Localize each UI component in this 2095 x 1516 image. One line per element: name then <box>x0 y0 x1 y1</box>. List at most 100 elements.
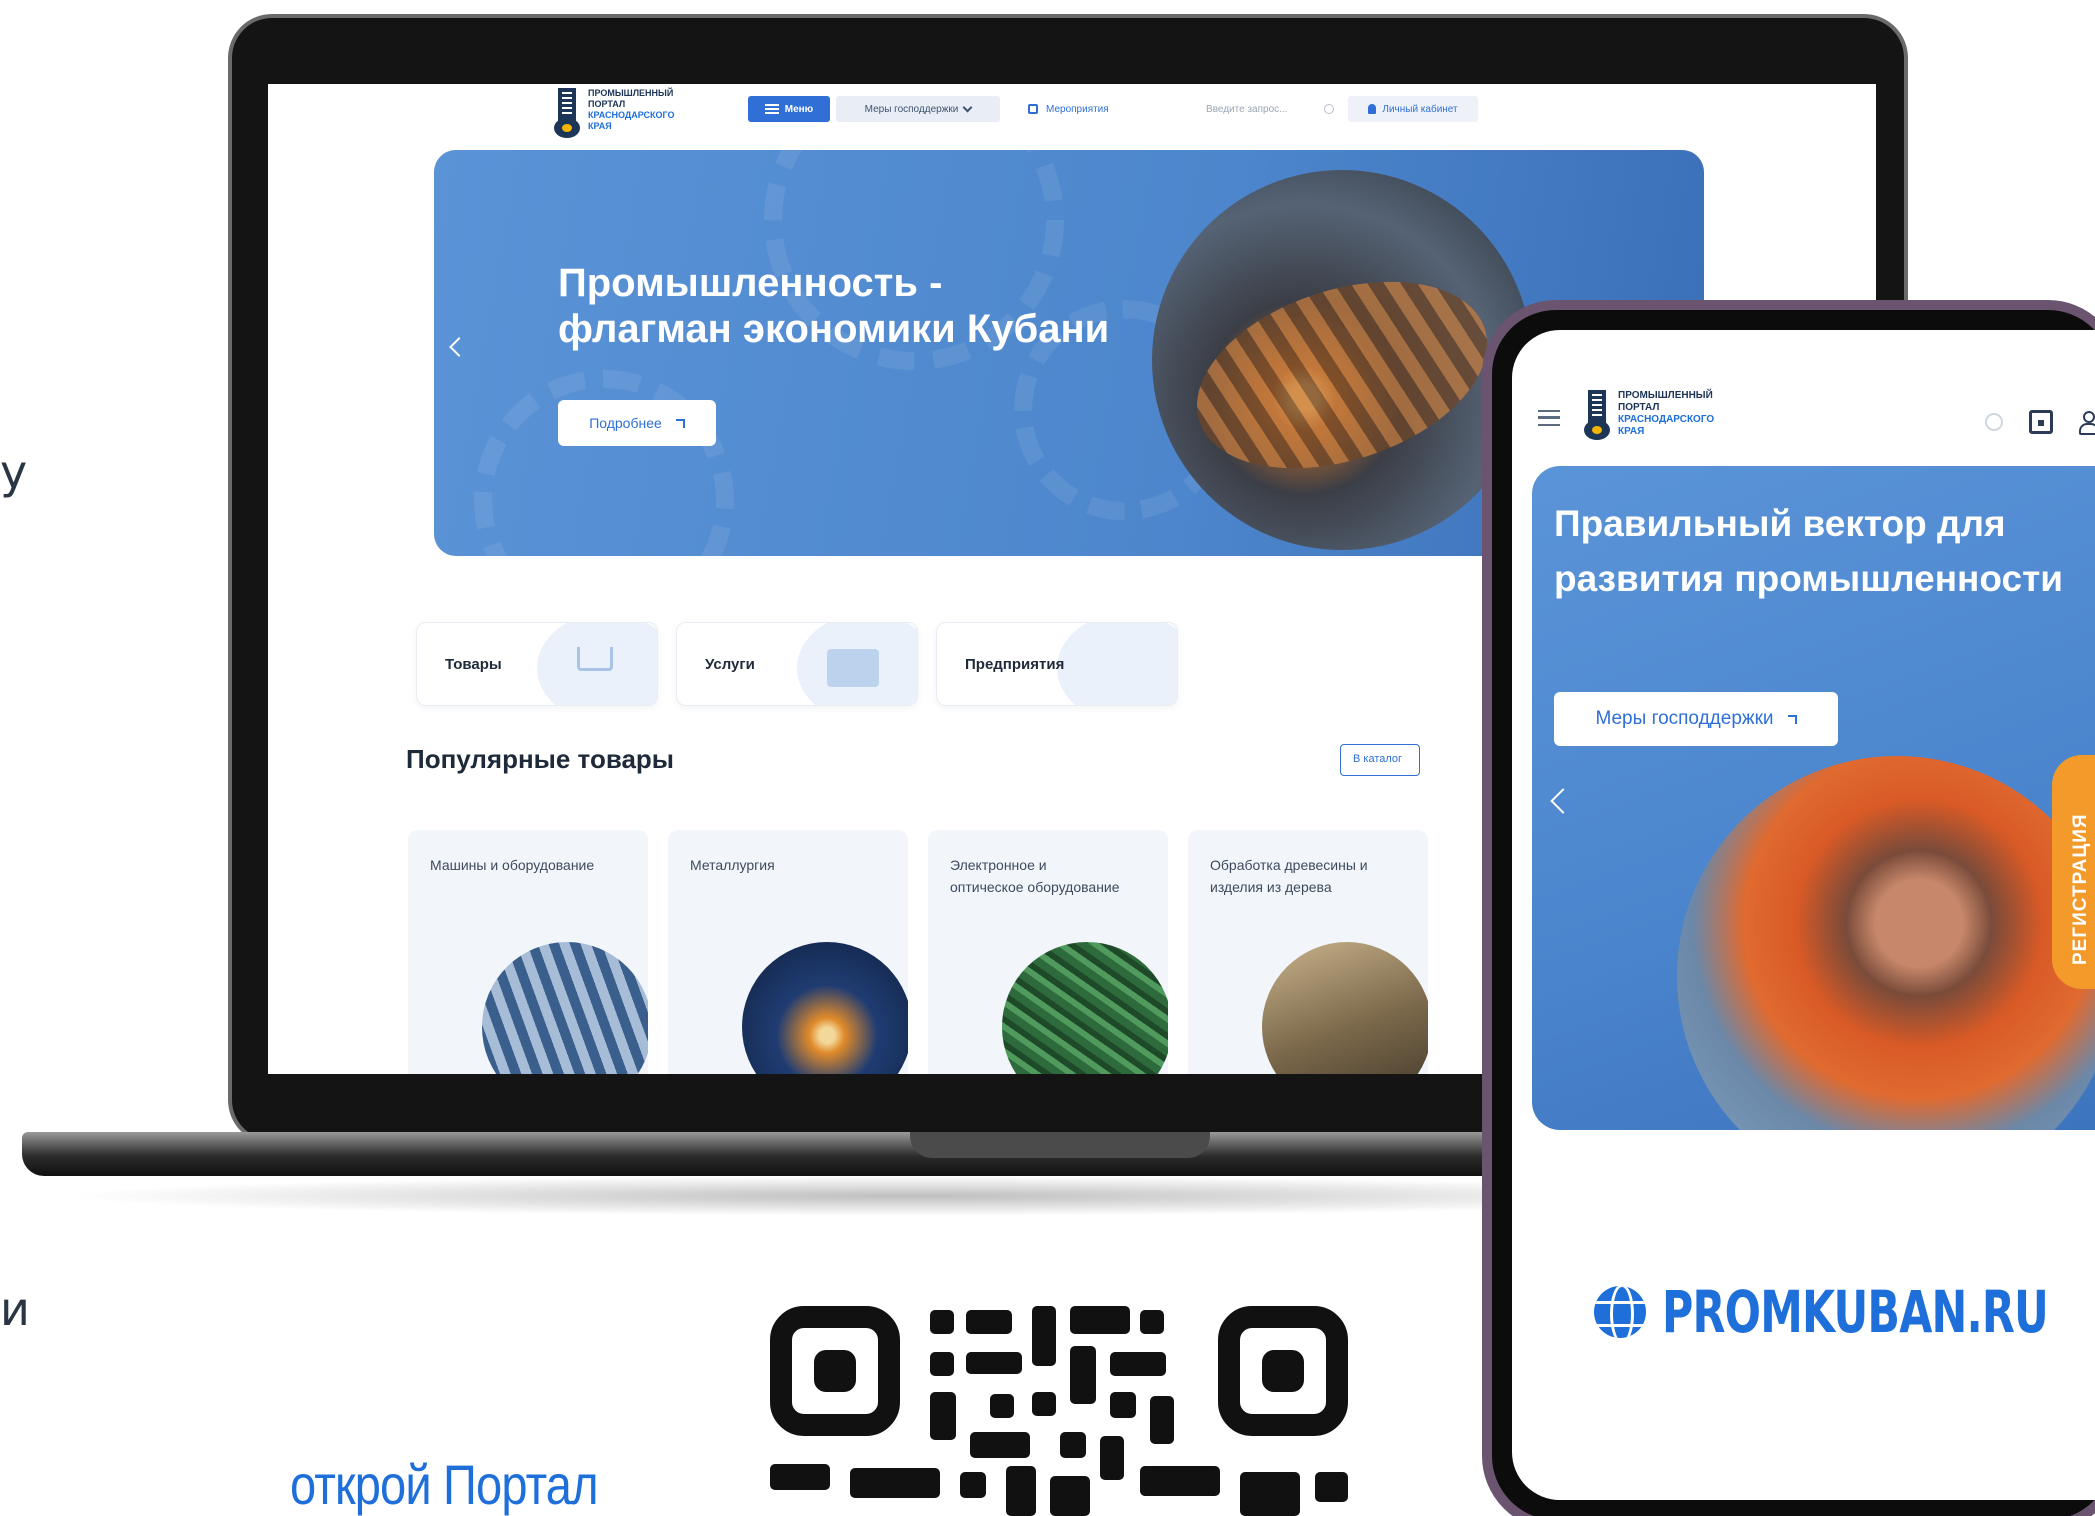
hero-title-line: флагман экономики Кубани <box>558 307 1110 351</box>
qr-module <box>1110 1352 1166 1376</box>
portal-logo-icon <box>1584 390 1610 440</box>
search-icon[interactable] <box>1985 413 2003 431</box>
hero-title: Промышленность - флагман экономики Кубан… <box>558 260 1109 352</box>
logo-line: ПРОМЫШЛЕННЫЙ <box>588 88 674 98</box>
qr-module <box>1140 1466 1220 1496</box>
category-card-goods[interactable]: Товары <box>416 622 658 706</box>
qr-module <box>1032 1306 1056 1366</box>
worker-photo <box>1677 756 2095 1130</box>
gear-decoration <box>474 370 734 556</box>
logo-text: ПРОМЫШЛЕННЫЙ ПОРТАЛ КРАСНОДАРСКОГО КРАЯ <box>588 88 675 132</box>
logo-line: ПРОМЫШЛЕННЫЙ <box>1618 390 1713 401</box>
globe-icon <box>1594 1286 1646 1338</box>
qr-module <box>930 1310 954 1334</box>
cabinet-label: Личный кабинет <box>1382 103 1458 115</box>
menu-button[interactable]: Меню <box>748 96 830 122</box>
site-logo[interactable]: ПРОМЫШЛЕННЫЙ ПОРТАЛ КРАСНОДАРСКОГО КРАЯ <box>1584 390 1714 440</box>
woodworking-photo <box>1262 942 1428 1074</box>
carousel-prev-button[interactable] <box>1550 788 1576 814</box>
site-header: ПРОМЫШЛЕННЫЙ ПОРТАЛ КРАСНОДАРСКОГО КРАЯ … <box>268 84 1876 146</box>
briefcase-icon <box>827 649 879 687</box>
chevron-down-icon <box>962 102 973 112</box>
site-logo[interactable]: ПРОМЫШЛЕННЫЙ ПОРТАЛ КРАСНОДАРСКОГО КРАЯ <box>554 88 675 138</box>
section-title: Популярные товары <box>406 744 675 774</box>
qr-module <box>1060 1432 1086 1458</box>
support-label: Меры господдержки <box>864 103 959 115</box>
calendar-icon[interactable] <box>2029 410 2053 434</box>
domain-text: PROMKUBAN.RU <box>1662 1278 2049 1346</box>
support-dropdown[interactable]: Меры господдержки <box>836 96 1000 122</box>
more-button[interactable]: Подробнее <box>558 400 716 446</box>
qr-module <box>930 1352 954 1376</box>
qr-module <box>850 1468 940 1498</box>
edge-text-fragment: и <box>0 1282 30 1336</box>
qr-finder <box>1218 1306 1348 1436</box>
register-label: РЕГИСТРАЦИЯ <box>2070 813 2091 965</box>
portal-logo-icon <box>554 88 580 138</box>
card-blob <box>1057 623 1177 705</box>
product-card[interactable]: Электронное и оптическое оборудование <box>928 830 1168 1074</box>
events-link[interactable]: Мероприятия <box>1028 96 1109 122</box>
welder-photo <box>1152 170 1532 550</box>
hamburger-icon[interactable] <box>1538 410 1560 426</box>
qr-module <box>966 1310 1012 1334</box>
logo-line: КРАСНОДАРСКОГО <box>1618 414 1715 425</box>
search-input[interactable]: Введите запрос... <box>1200 96 1340 122</box>
user-icon[interactable] <box>2079 411 2095 435</box>
qr-module <box>1140 1310 1164 1334</box>
carousel-prev-button[interactable] <box>449 337 469 357</box>
product-card[interactable]: Обработка древесины и изделия из дерева <box>1188 830 1428 1074</box>
circuit-board-photo <box>1002 942 1168 1074</box>
cart-icon <box>577 647 613 671</box>
logo-line: КРАЯ <box>588 121 612 131</box>
qr-module <box>1070 1306 1130 1334</box>
more-label: Подробнее <box>589 415 662 431</box>
qr-module <box>1110 1392 1136 1418</box>
logo-text: ПРОМЫШЛЕННЫЙ ПОРТАЛ КРАСНОДАРСКОГО КРАЯ <box>1618 390 1714 440</box>
category-card-services[interactable]: Услуги <box>676 622 918 706</box>
product-card[interactable]: Машины и оборудование <box>408 830 648 1074</box>
domain-label: PROMKUBAN.RU <box>1594 1278 2095 1346</box>
category-label: Услуги <box>705 656 755 673</box>
qr-module <box>966 1352 1022 1374</box>
qr-finder <box>770 1306 900 1436</box>
product-name: Машины и оборудование <box>430 857 595 873</box>
qr-module <box>770 1464 830 1490</box>
product-name: Металлургия <box>690 857 775 873</box>
welding-photo <box>742 942 908 1074</box>
logo-line: ПОРТАЛ <box>1618 402 1660 413</box>
hero-banner: Правильный вектор для развития промышлен… <box>1532 466 2095 1130</box>
product-name: Обработка древесины и изделия из дерева <box>1210 857 1368 895</box>
personal-cabinet-button[interactable]: Личный кабинет <box>1348 96 1478 122</box>
arrow-up-right-icon <box>1787 714 1797 724</box>
qr-module <box>1006 1466 1036 1516</box>
machinery-photo <box>482 942 648 1074</box>
search-icon[interactable] <box>1324 104 1334 114</box>
logo-line: КРАЯ <box>1618 426 1645 437</box>
qr-module <box>1032 1392 1056 1416</box>
qr-code <box>770 1296 1348 1516</box>
hamburger-icon <box>764 104 779 114</box>
qr-module <box>1100 1436 1124 1480</box>
product-card[interactable]: Металлургия <box>668 830 908 1074</box>
qr-module <box>930 1392 956 1440</box>
phone-header-icons <box>1985 410 2095 435</box>
category-card-enterprises[interactable]: Предприятия <box>936 622 1178 706</box>
logo-line: КРАСНОДАРСКОГО <box>588 110 675 120</box>
hero-title-line: Промышленность - <box>558 261 943 305</box>
qr-caption: открой Портал <box>290 1453 599 1516</box>
events-label: Мероприятия <box>1046 103 1109 115</box>
qr-module <box>990 1394 1014 1418</box>
qr-module <box>1150 1396 1174 1444</box>
menu-label: Меню <box>784 103 814 115</box>
catalog-button[interactable]: В каталог <box>1340 744 1420 776</box>
search-placeholder: Введите запрос... <box>1206 103 1288 115</box>
qr-module <box>1070 1346 1096 1404</box>
hero-title: Правильный вектор для развития промышлен… <box>1554 503 2063 599</box>
qr-module <box>1240 1472 1300 1516</box>
support-measures-button[interactable]: Меры господдержки <box>1554 692 1838 746</box>
category-label: Товары <box>445 656 502 673</box>
button-label: Меры господдержки <box>1595 708 1774 729</box>
register-tab[interactable]: РЕГИСТРАЦИЯ <box>2052 755 2095 989</box>
calendar-icon <box>1028 104 1038 114</box>
